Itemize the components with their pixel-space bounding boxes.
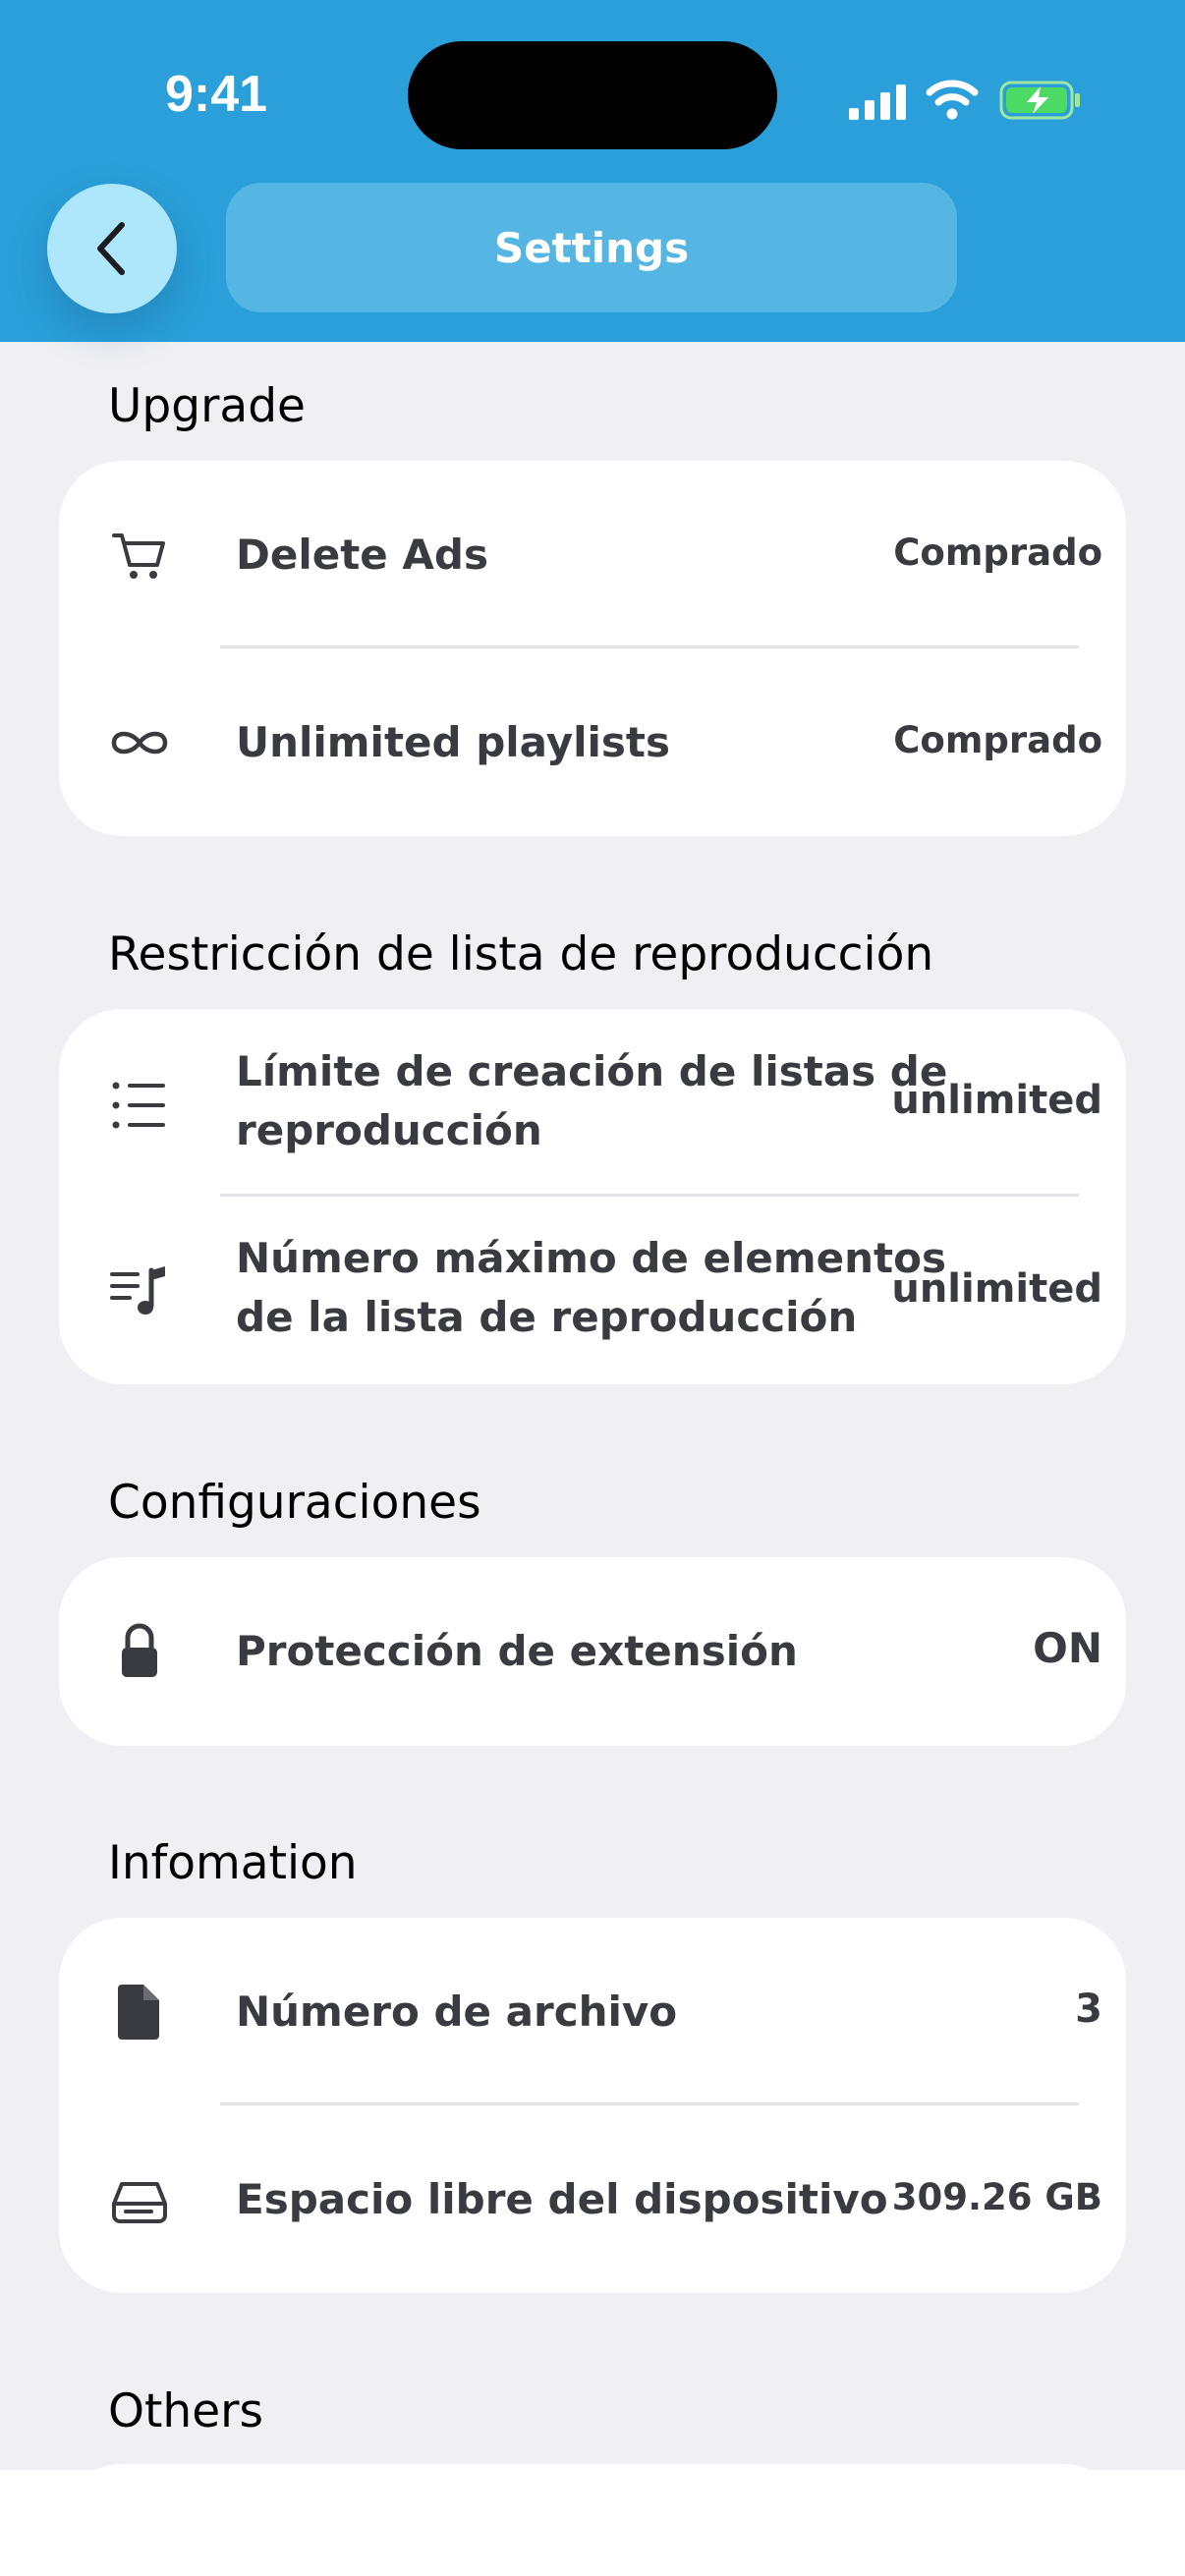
row-delete-ads[interactable]: Delete Ads Comprado <box>59 461 1126 649</box>
file-icon <box>118 1985 159 2040</box>
row-value: ON <box>1033 1624 1102 1672</box>
wifi-icon <box>926 80 979 120</box>
row-value: unlimited <box>891 1078 1102 1123</box>
list-icon <box>112 1082 165 1129</box>
section-title-upgrade: Upgrade <box>108 379 306 433</box>
row-value: 3 <box>1075 1987 1102 2032</box>
row-label-line2: de la lista de reproducción <box>236 1293 858 1341</box>
status-time: 9:41 <box>165 66 268 123</box>
divider <box>220 2102 1079 2105</box>
row-label: Límite de creación de listas de reproduc… <box>236 1042 947 1160</box>
row-playlist-limit[interactable]: Límite de creación de listas de reproduc… <box>59 1009 1126 1198</box>
divider <box>220 1194 1079 1197</box>
row-max-items[interactable]: Número máximo de elementos de la lista d… <box>59 1198 1126 1384</box>
row-label: Delete Ads <box>236 531 488 579</box>
row-extension-protection[interactable]: Protección de extensión ON <box>59 1557 1126 1746</box>
section-title-info: Infomation <box>108 1836 358 1890</box>
row-label-line2: reproducción <box>236 1106 542 1154</box>
app-header: 9:41 Settings <box>0 0 1185 342</box>
dynamic-island <box>408 41 777 149</box>
upgrade-card: Delete Ads Comprado Unlimited playlists … <box>59 461 1126 836</box>
section-title-restriction: Restricción de lista de reproducción <box>108 927 934 981</box>
row-label: Número de archivo <box>236 1988 678 2036</box>
row-free-space[interactable]: Espacio libre del dispositivo 309.26 GB <box>59 2106 1126 2293</box>
row-value: unlimited <box>891 1266 1102 1312</box>
back-button[interactable] <box>47 184 177 313</box>
bottom-overlay <box>0 2470 1185 2576</box>
signal-icon <box>849 84 906 120</box>
info-card: Número de archivo 3 Espacio libre del di… <box>59 1918 1126 2293</box>
row-label: Protección de extensión <box>236 1627 798 1675</box>
row-unlimited-playlists[interactable]: Unlimited playlists Comprado <box>59 649 1126 836</box>
row-label: Número máximo de elementos de la lista d… <box>236 1229 946 1347</box>
battery-icon <box>999 81 1080 120</box>
restriction-card: Límite de creación de listas de reproduc… <box>59 1009 1126 1384</box>
row-value: Comprado <box>893 719 1102 761</box>
row-label-line1: Límite de creación de listas de <box>236 1047 948 1095</box>
row-label: Unlimited playlists <box>236 718 670 766</box>
section-title-config: Configuraciones <box>108 1476 481 1530</box>
row-label-line1: Número máximo de elementos <box>236 1234 946 1282</box>
chevron-left-icon <box>97 222 125 275</box>
drive-icon <box>112 2182 167 2223</box>
row-value: 309.26 GB <box>891 2176 1102 2218</box>
row-label: Espacio libre del dispositivo <box>236 2175 888 2223</box>
music-list-icon <box>110 1266 165 1315</box>
cart-icon <box>112 533 165 579</box>
infinity-icon <box>111 731 168 755</box>
page-title: Settings <box>226 183 957 312</box>
lock-icon <box>122 1623 157 1677</box>
row-value: Comprado <box>893 532 1102 574</box>
divider <box>220 645 1079 648</box>
section-title-others: Others <box>108 2384 263 2438</box>
row-file-count[interactable]: Número de archivo 3 <box>59 1918 1126 2106</box>
config-card: Protección de extensión ON <box>59 1557 1126 1746</box>
